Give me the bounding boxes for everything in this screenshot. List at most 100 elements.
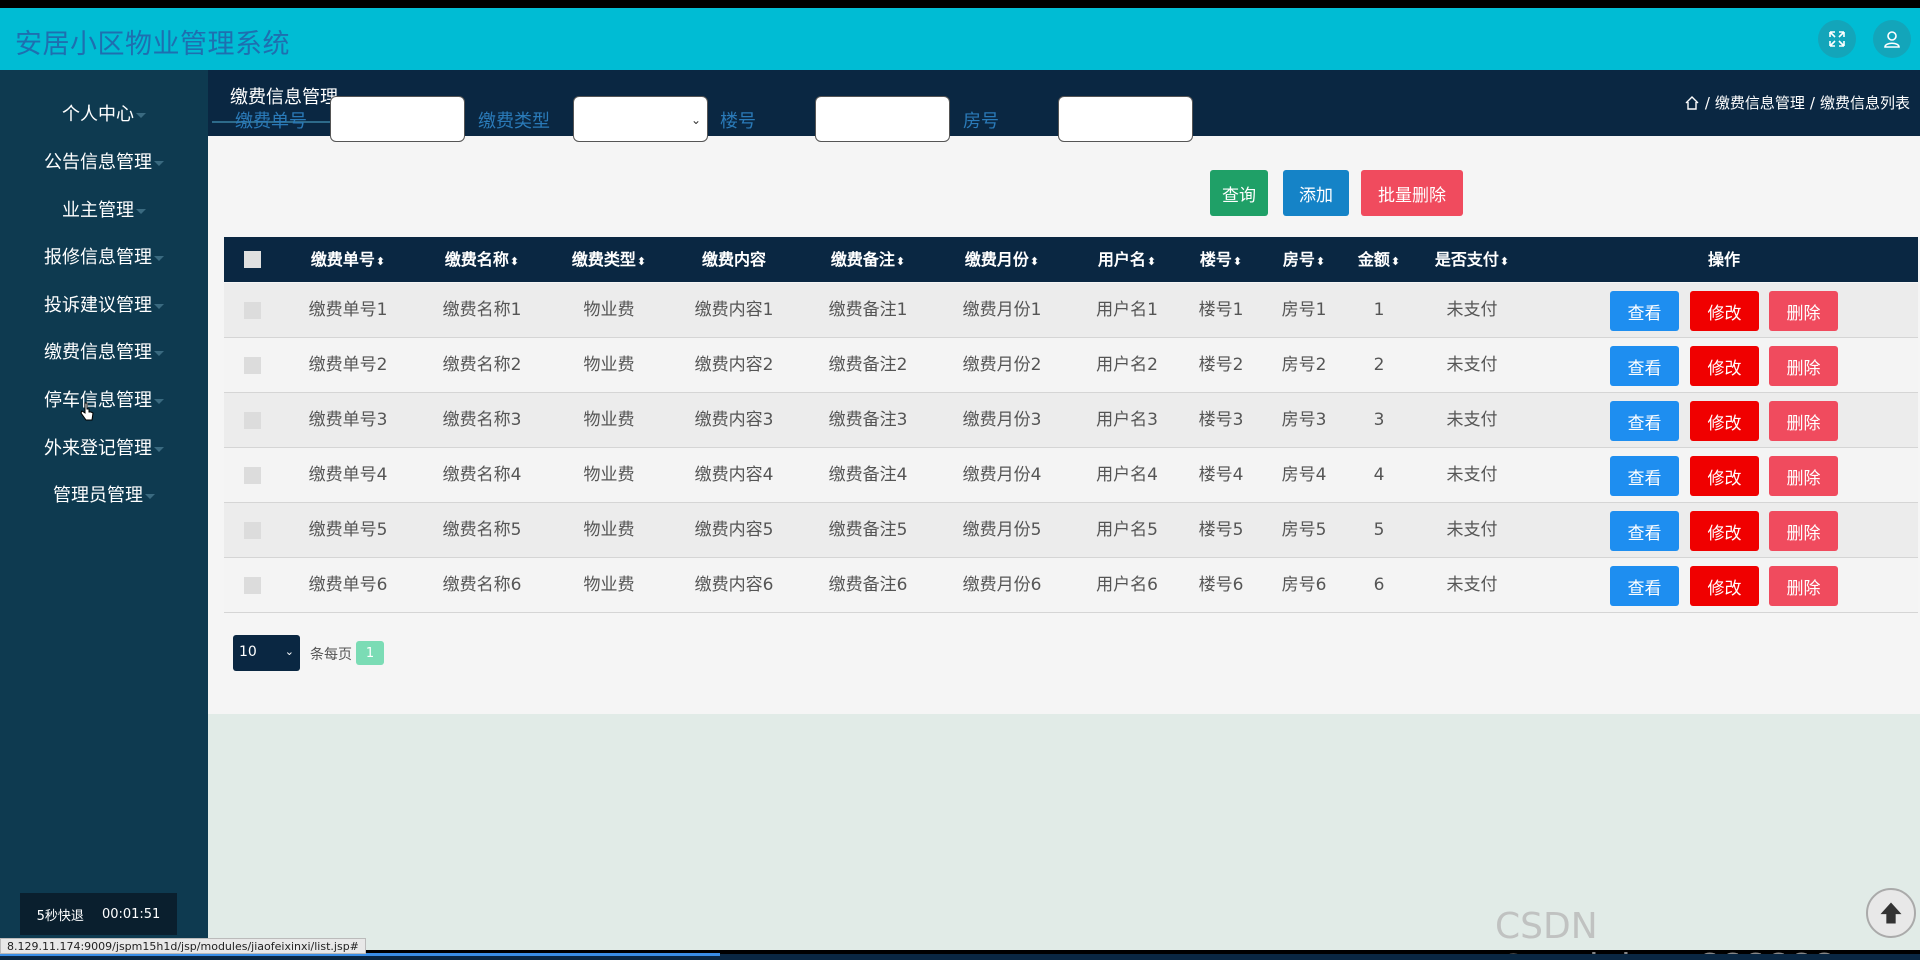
row-checkbox[interactable] xyxy=(244,467,261,484)
cell-name: 缴费名称5 xyxy=(442,520,522,540)
cell-building: 楼号3 xyxy=(1198,410,1244,430)
edit-button[interactable]: 修改 xyxy=(1690,456,1759,496)
edit-button[interactable]: 修改 xyxy=(1690,511,1759,551)
building-input[interactable] xyxy=(815,96,950,142)
cell-order-no: 缴费单号4 xyxy=(308,465,388,485)
row-checkbox[interactable] xyxy=(244,577,261,594)
sidebar-item-admin[interactable]: 管理员管理 xyxy=(0,477,208,515)
arrow-up-icon xyxy=(1880,902,1902,924)
sort-icon: ⬍ xyxy=(1499,255,1510,268)
cell-building: 楼号6 xyxy=(1198,575,1244,595)
sidebar-item-owner[interactable]: 业主管理 xyxy=(0,192,208,230)
cell-room: 房号4 xyxy=(1281,465,1327,485)
sort-icon: ⬍ xyxy=(1029,255,1040,268)
col-paid[interactable]: 是否支付⬍ xyxy=(1435,237,1509,282)
cell-remark: 缴费备注3 xyxy=(828,410,908,430)
col-name[interactable]: 缴费名称⬍ xyxy=(445,237,519,282)
chevron-down-icon xyxy=(154,446,164,452)
cell-month: 缴费月份2 xyxy=(962,355,1042,375)
rewind-label[interactable]: 5秒快退 xyxy=(37,905,84,924)
cell-building: 楼号5 xyxy=(1198,520,1244,540)
cell-username: 用户名3 xyxy=(1096,410,1158,430)
view-button[interactable]: 查看 xyxy=(1610,511,1679,551)
cell-order-no: 缴费单号1 xyxy=(308,300,388,320)
edit-button[interactable]: 修改 xyxy=(1690,291,1759,331)
table-row: 缴费单号6 缴费名称6 物业费 缴费内容6 缴费备注6 缴费月份6 用户名6 楼号6 房号6 6 未… xyxy=(224,558,1918,613)
edit-button[interactable]: 修改 xyxy=(1690,401,1759,441)
view-button[interactable]: 查看 xyxy=(1610,566,1679,606)
col-order-no[interactable]: 缴费单号⬍ xyxy=(311,237,385,282)
page-size-select[interactable]: 10 ⌄ xyxy=(233,635,300,671)
cell-name: 缴费名称4 xyxy=(442,465,522,485)
select-all-checkbox[interactable] xyxy=(244,251,261,268)
app-title: 安居小区物业管理系统 xyxy=(15,29,290,60)
cell-amount: 2 xyxy=(1373,355,1385,375)
col-amount[interactable]: 金额⬍ xyxy=(1358,237,1400,282)
sort-icon: ⬍ xyxy=(636,255,647,268)
cell-content: 缴费内容2 xyxy=(694,355,774,375)
row-checkbox[interactable] xyxy=(244,522,261,539)
cell-amount: 5 xyxy=(1373,520,1385,540)
chevron-down-icon xyxy=(145,493,155,499)
status-url: 8.129.11.174:9009/jspm15h1d/jsp/modules/… xyxy=(0,938,366,954)
row-checkbox[interactable] xyxy=(244,302,261,319)
col-remark[interactable]: 缴费备注⬍ xyxy=(831,237,905,282)
cell-month: 缴费月份6 xyxy=(962,575,1042,595)
sidebar-item-profile[interactable]: 个人中心 xyxy=(0,96,208,134)
col-header-label: 缴费内容 xyxy=(701,250,767,269)
delete-button[interactable]: 删除 xyxy=(1769,346,1838,386)
screen: 安居小区物业管理系统 个人中心 公告信息管理 业主管理 报修信息管理 投诉建议管… xyxy=(0,0,1920,960)
edit-button[interactable]: 修改 xyxy=(1690,346,1759,386)
delete-button[interactable]: 删除 xyxy=(1769,456,1838,496)
col-month[interactable]: 缴费月份⬍ xyxy=(965,237,1039,282)
cell-amount: 6 xyxy=(1373,575,1385,595)
sidebar-item-label: 公告信息管理 xyxy=(44,152,152,173)
add-button[interactable]: 添加 xyxy=(1283,170,1349,216)
cell-type: 物业费 xyxy=(583,300,635,320)
type-label: 缴费类型 xyxy=(478,111,550,132)
sidebar-item-notice[interactable]: 公告信息管理 xyxy=(0,144,208,182)
sidebar-item-parking[interactable]: 停车信息管理 xyxy=(0,382,208,420)
sidebar-item-payment[interactable]: 缴费信息管理 xyxy=(0,334,208,372)
page-number-button[interactable]: 1 xyxy=(356,641,384,665)
delete-button[interactable]: 删除 xyxy=(1769,401,1838,441)
table-header: 缴费单号⬍ 缴费名称⬍ 缴费类型⬍ 缴费内容 缴费备注⬍ 缴费月份⬍ 用户名⬍ … xyxy=(224,237,1918,282)
timer-time: 00:01:51 xyxy=(101,906,161,922)
chevron-down-icon xyxy=(154,303,164,309)
row-checkbox[interactable] xyxy=(244,357,261,374)
col-building[interactable]: 楼号⬍ xyxy=(1200,237,1242,282)
table-row: 缴费单号4 缴费名称4 物业费 缴费内容4 缴费备注4 缴费月份4 用户名4 楼号4 房号4 4 未… xyxy=(224,448,1918,503)
col-type[interactable]: 缴费类型⬍ xyxy=(572,237,646,282)
order-no-input[interactable] xyxy=(330,96,465,142)
delete-button[interactable]: 删除 xyxy=(1769,511,1838,551)
room-input[interactable] xyxy=(1058,96,1193,142)
col-username[interactable]: 用户名⬍ xyxy=(1098,237,1156,282)
cell-paid: 未支付 xyxy=(1446,520,1498,540)
sidebar-item-complaint[interactable]: 投诉建议管理 xyxy=(0,287,208,325)
fullscreen-button[interactable] xyxy=(1818,20,1856,58)
edit-button[interactable]: 修改 xyxy=(1690,566,1759,606)
sort-icon: ⬍ xyxy=(1146,255,1157,268)
view-button[interactable]: 查看 xyxy=(1610,346,1679,386)
col-header-label: 金额 xyxy=(1357,250,1390,269)
sidebar-item-repair[interactable]: 报修信息管理 xyxy=(0,239,208,277)
query-button[interactable]: 查询 xyxy=(1210,170,1268,216)
home-icon[interactable] xyxy=(1684,95,1700,111)
view-button[interactable]: 查看 xyxy=(1610,456,1679,496)
view-button[interactable]: 查看 xyxy=(1610,401,1679,441)
batch-delete-button[interactable]: 批量删除 xyxy=(1361,170,1463,216)
delete-button[interactable]: 删除 xyxy=(1769,566,1838,606)
watermark: CSDN @nodejava666666 xyxy=(1495,906,1834,960)
breadcrumb-item[interactable]: 缴费信息管理 xyxy=(1715,92,1805,113)
col-content: 缴费内容 xyxy=(702,237,766,282)
delete-button[interactable]: 删除 xyxy=(1769,291,1838,331)
sidebar-item-visitor[interactable]: 外来登记管理 xyxy=(0,430,208,468)
col-room[interactable]: 房号⬍ xyxy=(1283,237,1325,282)
scroll-top-button[interactable] xyxy=(1866,888,1916,938)
type-select[interactable]: ⌄ xyxy=(573,96,708,142)
cell-month: 缴费月份3 xyxy=(962,410,1042,430)
row-checkbox[interactable] xyxy=(244,412,261,429)
sidebar-item-label: 缴费信息管理 xyxy=(44,342,152,363)
user-button[interactable] xyxy=(1873,20,1911,58)
view-button[interactable]: 查看 xyxy=(1610,291,1679,331)
